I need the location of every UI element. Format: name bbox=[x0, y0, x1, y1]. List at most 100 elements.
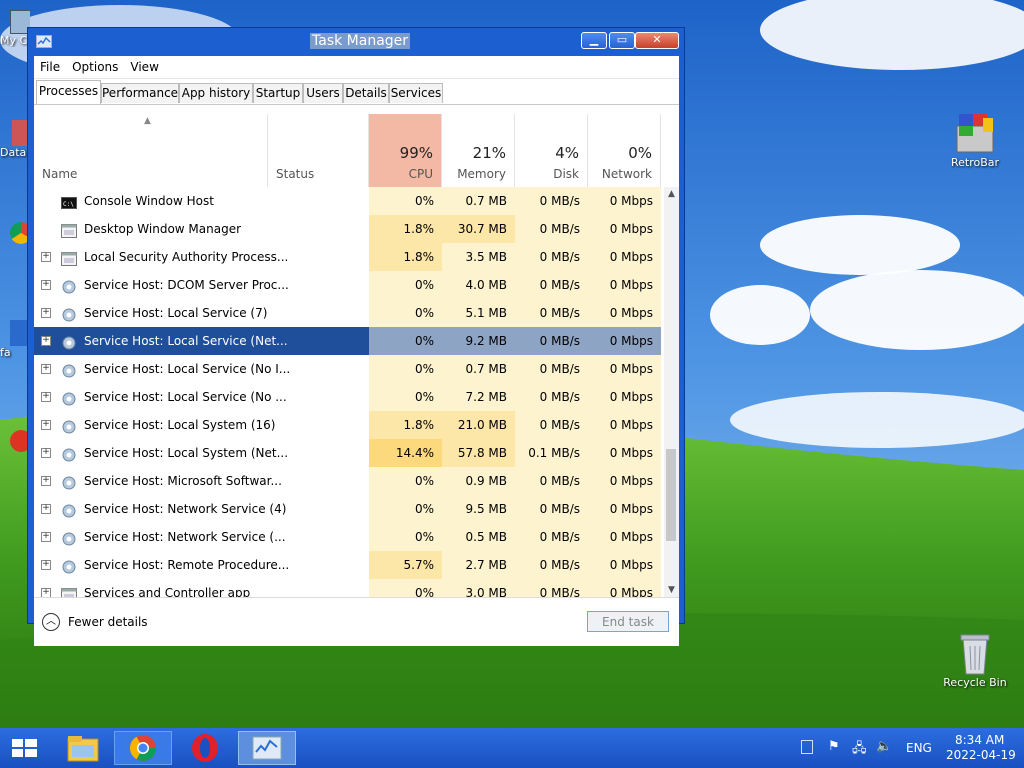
header-cpu[interactable]: 99% CPU bbox=[369, 114, 442, 187]
language-indicator[interactable]: ENG bbox=[906, 741, 932, 755]
start-button[interactable] bbox=[0, 731, 50, 765]
desktop-icon-chrome[interactable] bbox=[0, 222, 30, 244]
process-row[interactable]: + Service Host: Local System (16) 1.8% 21.0… bbox=[34, 411, 664, 439]
file-explorer-icon bbox=[67, 736, 99, 762]
expand-icon[interactable]: + bbox=[41, 504, 51, 514]
process-name-cell: + Service Host: Network Service (... bbox=[34, 523, 369, 551]
vertical-scrollbar[interactable]: ▲ ▼ bbox=[664, 187, 679, 597]
process-name: Service Host: Microsoft Softwar... bbox=[84, 474, 282, 488]
taskbar-opera[interactable] bbox=[176, 731, 234, 765]
process-row[interactable]: + Services and Controller app 0% 3.0 MB 0 MB… bbox=[34, 579, 664, 597]
process-row[interactable]: + Service Host: Network Service (4) 0% 9.5 … bbox=[34, 495, 664, 523]
expand-icon[interactable]: + bbox=[41, 280, 51, 290]
desktop-icon-my-computer[interactable]: My C bbox=[0, 10, 30, 47]
desktop-icon-opera[interactable] bbox=[0, 430, 30, 452]
tab-startup[interactable]: Startup bbox=[253, 83, 303, 103]
process-name: Services and Controller app bbox=[84, 586, 251, 597]
recycle-bin-label: Recycle Bin bbox=[943, 676, 1007, 689]
clock-time[interactable]: 8:34 AM bbox=[955, 733, 1004, 747]
desktop-icon-recycle-bin[interactable]: Recycle Bin bbox=[940, 632, 1010, 689]
header-network[interactable]: 0% Network bbox=[588, 114, 661, 187]
desktop-icon-fa[interactable]: fa bbox=[0, 320, 30, 359]
process-row[interactable]: + Local Security Authority Process... 1.8%… bbox=[34, 243, 664, 271]
process-name: Service Host: Local Service (7) bbox=[84, 306, 268, 320]
process-network-value: 0 Mbps bbox=[588, 383, 661, 411]
process-row[interactable]: + Service Host: DCOM Server Proc... 0% 4.0 … bbox=[34, 271, 664, 299]
action-center-icon[interactable]: ⚑ bbox=[828, 739, 844, 755]
header-disk-label: Disk bbox=[553, 167, 579, 181]
scroll-up-icon[interactable]: ▲ bbox=[664, 187, 679, 201]
process-name: Service Host: Network Service (4) bbox=[84, 502, 287, 516]
process-memory-value: 0.5 MB bbox=[442, 523, 515, 551]
process-row[interactable]: + Service Host: Local System (Net... 14.4%… bbox=[34, 439, 664, 467]
tab-details[interactable]: Details bbox=[343, 83, 389, 103]
tab-processes[interactable]: Processes bbox=[36, 80, 101, 104]
network-icon[interactable]: 🖧 bbox=[852, 739, 868, 756]
close-button[interactable]: ✕ bbox=[635, 32, 679, 49]
window-icon bbox=[61, 221, 77, 238]
process-row[interactable]: + Service Host: Local Service (No I... 0% 0… bbox=[34, 355, 664, 383]
expand-icon[interactable]: + bbox=[41, 560, 51, 570]
taskbar-task-manager[interactable] bbox=[238, 731, 296, 765]
fewer-details-link[interactable]: Fewer details bbox=[68, 615, 148, 629]
maximize-button[interactable]: ▭ bbox=[609, 32, 635, 49]
process-name: Service Host: DCOM Server Proc... bbox=[84, 278, 289, 292]
minimize-button[interactable]: ▁ bbox=[581, 32, 607, 49]
process-name-cell: + Service Host: Local Service (No ... bbox=[34, 383, 369, 411]
process-name-cell: + Service Host: Local Service (Net... bbox=[34, 327, 369, 355]
scrollbar-thumb[interactable] bbox=[666, 449, 676, 541]
expand-icon[interactable]: + bbox=[41, 364, 51, 374]
disk-total-pct: 4% bbox=[555, 144, 579, 162]
menu-options[interactable]: Options bbox=[66, 60, 124, 74]
task-manager-window[interactable]: Task Manager ▁ ▭ ✕ File Options View Pro… bbox=[27, 27, 685, 646]
header-disk[interactable]: 4% Disk bbox=[515, 114, 588, 187]
process-row[interactable]: + Service Host: Network Service (... 0% 0.5… bbox=[34, 523, 664, 551]
taskbar: ⚑ 🖧 🔈 ENG 8:34 AM 2022-04-19 bbox=[0, 728, 1024, 768]
tab-app-history[interactable]: App history bbox=[179, 83, 253, 103]
expand-icon[interactable]: + bbox=[41, 252, 51, 262]
desktop-icon-data[interactable]: Data bbox=[0, 120, 30, 159]
process-memory-value: 4.0 MB bbox=[442, 271, 515, 299]
taskbar-chrome[interactable] bbox=[114, 731, 172, 765]
expand-icon[interactable]: + bbox=[41, 336, 51, 346]
clock-date[interactable]: 2022-04-19 bbox=[946, 748, 1016, 762]
process-row[interactable]: + Service Host: Remote Procedure... 5.7% 2.… bbox=[34, 551, 664, 579]
volume-muted-icon[interactable]: 🔈 bbox=[876, 739, 892, 755]
show-hidden-icons[interactable] bbox=[801, 740, 813, 754]
process-row[interactable]: + Service Host: Microsoft Softwar... 0% 0.9… bbox=[34, 467, 664, 495]
chevron-up-icon[interactable]: ︿ bbox=[42, 613, 60, 631]
expand-icon[interactable]: + bbox=[41, 588, 51, 597]
tab-users[interactable]: Users bbox=[303, 83, 343, 103]
expand-icon[interactable]: + bbox=[41, 448, 51, 458]
taskbar-file-explorer[interactable] bbox=[54, 731, 112, 765]
tab-performance[interactable]: Performance bbox=[101, 83, 179, 103]
header-name[interactable]: ▲ Name bbox=[34, 114, 268, 187]
gear-icon bbox=[61, 389, 77, 406]
process-disk-value: 0 MB/s bbox=[515, 215, 588, 243]
process-cpu-value: 0% bbox=[369, 355, 442, 383]
process-row[interactable]: + Service Host: Local Service (7) 0% 5.1 MB… bbox=[34, 299, 664, 327]
header-memory[interactable]: 21% Memory bbox=[442, 114, 515, 187]
desktop-icon-retrobar[interactable]: RetroBar bbox=[940, 112, 1010, 169]
tab-services[interactable]: Services bbox=[389, 83, 443, 103]
process-row[interactable]: Desktop Window Manager 1.8% 30.7 MB 0 MB/s 0… bbox=[34, 215, 664, 243]
menu-file[interactable]: File bbox=[34, 60, 66, 74]
expand-icon[interactable]: + bbox=[41, 532, 51, 542]
scroll-down-icon[interactable]: ▼ bbox=[664, 583, 679, 597]
process-cpu-value: 1.8% bbox=[369, 243, 442, 271]
tab-strip: Processes Performance App history Startu… bbox=[34, 79, 679, 105]
header-status[interactable]: Status bbox=[268, 114, 369, 187]
expand-icon[interactable]: + bbox=[41, 420, 51, 430]
title-bar[interactable]: Task Manager ▁ ▭ ✕ bbox=[28, 28, 684, 55]
menu-view[interactable]: View bbox=[124, 60, 164, 74]
header-name-label: Name bbox=[42, 167, 78, 181]
task-manager-icon bbox=[252, 736, 282, 760]
process-row[interactable]: C:\ Console Window Host 0% 0.7 MB 0 MB/s 0 Mb… bbox=[34, 187, 664, 215]
process-row[interactable]: + Service Host: Local Service (No ... 0% 7.… bbox=[34, 383, 664, 411]
expand-icon[interactable]: + bbox=[41, 392, 51, 402]
expand-icon[interactable]: + bbox=[41, 308, 51, 318]
expand-icon[interactable]: + bbox=[41, 476, 51, 486]
end-task-button[interactable]: End task bbox=[587, 611, 669, 632]
process-row[interactable]: + Service Host: Local Service (Net... 0% 9.… bbox=[34, 327, 664, 355]
task-manager-icon bbox=[36, 35, 52, 48]
